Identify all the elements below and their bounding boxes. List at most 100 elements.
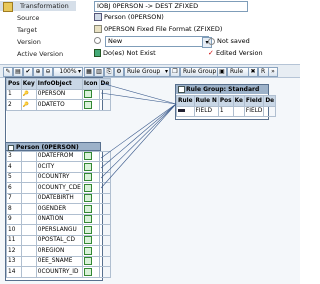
toolbar-btn-1[interactable]: ✎ bbox=[3, 67, 13, 77]
toolbar-btn-12[interactable]: ✖ bbox=[248, 67, 258, 77]
row-key bbox=[20, 213, 37, 225]
row-icon bbox=[81, 161, 100, 173]
row-pos: 14 bbox=[6, 266, 22, 278]
toolbar-btn-8[interactable]: ⎘ bbox=[104, 67, 114, 77]
table-row[interactable]: 11 0POSTAL_CD bbox=[6, 234, 112, 246]
infoobject-type-icon bbox=[83, 152, 92, 161]
table-row[interactable]: 13 0EE_SNAME bbox=[6, 255, 112, 267]
not-saved-icon bbox=[208, 37, 215, 45]
infoobject-type-icon bbox=[83, 100, 92, 109]
transformation-field[interactable]: IOBJ 0PERSON -> DEST ZFIXED bbox=[94, 1, 248, 12]
col-field: Field bbox=[243, 95, 265, 107]
table-row[interactable]: 4 0CITY bbox=[6, 161, 112, 173]
rule-icon: ▣ bbox=[219, 68, 225, 75]
col-rule: Rule bbox=[176, 95, 195, 107]
row-icon bbox=[81, 255, 100, 267]
row-key bbox=[20, 255, 37, 267]
mapping-line bbox=[100, 103, 177, 169]
row-pos: 7 bbox=[6, 192, 22, 204]
source-fields-table[interactable]: Pos Key InfoObject Icon De 1 🔑 0PERSON 2 🔑 0D… bbox=[5, 77, 112, 281]
table-row[interactable]: 12 0REGION bbox=[6, 245, 112, 257]
toolbar-btn-11[interactable]: ▣ bbox=[217, 67, 227, 77]
infoobject-icon bbox=[94, 13, 102, 21]
toolbar-btn-3[interactable]: ✔ bbox=[23, 67, 33, 77]
row-key bbox=[20, 150, 37, 162]
row-key bbox=[20, 266, 37, 278]
target-value-wrap: 0PERSON Fixed File Format (ZFIXED) bbox=[94, 25, 222, 33]
row-key bbox=[20, 192, 37, 204]
rule-group-table[interactable]: Rule Group: Standard Group Rule Rule N P… bbox=[175, 84, 277, 120]
edited-version-label: Edited Version bbox=[215, 49, 263, 57]
active-version-icon bbox=[94, 49, 101, 57]
table-row[interactable]: 10 0PERSLANGU bbox=[6, 224, 112, 236]
zoom-select[interactable]: 100% bbox=[53, 67, 83, 77]
more-icon: » bbox=[271, 68, 275, 75]
table-row[interactable]: FIELD 1 FIELD bbox=[176, 105, 277, 117]
row-icon bbox=[81, 192, 100, 204]
toolbar-btn-5[interactable]: ⊖ bbox=[43, 67, 53, 77]
col-key: Key bbox=[20, 78, 37, 90]
infoobject-type-icon bbox=[83, 162, 92, 171]
row-infoobject: 0NATION bbox=[35, 213, 83, 225]
check-icon: ✔ bbox=[25, 68, 31, 75]
version-select[interactable]: New bbox=[105, 36, 209, 47]
row-icon bbox=[81, 150, 100, 162]
row-de bbox=[98, 245, 112, 257]
table-row[interactable]: 7 0DATEBIRTH bbox=[6, 192, 112, 204]
table-row[interactable]: 3 0DATEFROM bbox=[6, 150, 112, 162]
toolbar-btn-13[interactable]: » bbox=[268, 67, 278, 77]
toolbar-btn-10[interactable]: ❐ bbox=[170, 67, 180, 77]
collapse-icon[interactable] bbox=[8, 145, 14, 151]
row-infoobject: 0GENDER bbox=[35, 203, 83, 215]
row-infoobject: 0EE_SNAME bbox=[35, 255, 83, 267]
row-pos: 9 bbox=[6, 213, 22, 225]
row-de bbox=[98, 234, 112, 246]
version-wrap bbox=[94, 36, 103, 44]
table-row[interactable]: 8 0GENDER bbox=[6, 203, 112, 215]
mapping-line bbox=[100, 103, 177, 179]
source-value-wrap: Person (0PERSON) bbox=[94, 13, 164, 21]
row-icon bbox=[81, 266, 100, 278]
rule-group-title: Rule Group: Standard Group bbox=[176, 85, 268, 102]
rule-group-dropdown[interactable]: Rule Group bbox=[124, 67, 170, 77]
table-row[interactable]: 1 🔑 0PERSON bbox=[6, 88, 112, 100]
row-key bbox=[20, 245, 37, 257]
row-de bbox=[98, 255, 112, 267]
row-de bbox=[98, 99, 112, 111]
toolbar-btn-9[interactable]: ⚙ bbox=[114, 67, 124, 77]
delete-icon: ✖ bbox=[250, 68, 256, 75]
toolbar-btn-7[interactable]: ▥ bbox=[94, 67, 104, 77]
row-infoobject: 0PERSLANGU bbox=[35, 224, 83, 236]
datasource-icon bbox=[94, 25, 102, 33]
row-de bbox=[98, 203, 112, 215]
col-ke: Ke bbox=[232, 95, 245, 107]
row-key bbox=[20, 224, 37, 236]
rule-name: FIELD bbox=[193, 105, 219, 117]
table-row[interactable]: 2 🔑 0DATETO bbox=[6, 99, 112, 111]
row-de bbox=[98, 150, 112, 162]
row-pos: 6 bbox=[6, 182, 22, 194]
table-row[interactable]: 9 0NATION bbox=[6, 213, 112, 225]
rule-group-button[interactable]: Rule Group bbox=[180, 67, 218, 77]
row-pos: 1 bbox=[6, 88, 22, 100]
target-label: Target bbox=[17, 26, 38, 34]
toolbar: ✎ ▤ ✔ ⊕ ⊖ 100% ▦ ▥ ⎘ ⚙ Rule Group ❐ Rule… bbox=[0, 64, 300, 78]
infoobject-type-icon bbox=[83, 236, 92, 245]
row-infoobject: 0PERSON bbox=[35, 88, 83, 100]
zoom-in-icon: ⊕ bbox=[35, 68, 41, 75]
zoom-out-icon: ⊖ bbox=[45, 68, 51, 75]
toolbar-btn-2[interactable]: ▤ bbox=[13, 67, 23, 77]
table-row[interactable]: 5 0COUNTRY bbox=[6, 171, 112, 183]
source-label: Source bbox=[17, 14, 40, 22]
table-row[interactable]: 14 0COUNTRY_ID bbox=[6, 266, 112, 278]
toolbar-btn-4[interactable]: ⊕ bbox=[33, 67, 43, 77]
table-row[interactable]: 6 0COUNTY_CDE bbox=[6, 182, 112, 194]
toolbar-btn-6[interactable]: ▦ bbox=[84, 67, 94, 77]
row-infoobject: 0COUNTY_CDE bbox=[35, 182, 83, 194]
rule-pos: 1 bbox=[217, 105, 234, 117]
active-version-wrap: Do(es) Not Exist bbox=[94, 49, 156, 57]
source-block-title: Person (0PERSON) bbox=[5, 142, 101, 151]
col-icon: Icon bbox=[81, 78, 100, 90]
rule-button[interactable]: Rule bbox=[227, 67, 249, 77]
row-icon bbox=[81, 99, 100, 111]
